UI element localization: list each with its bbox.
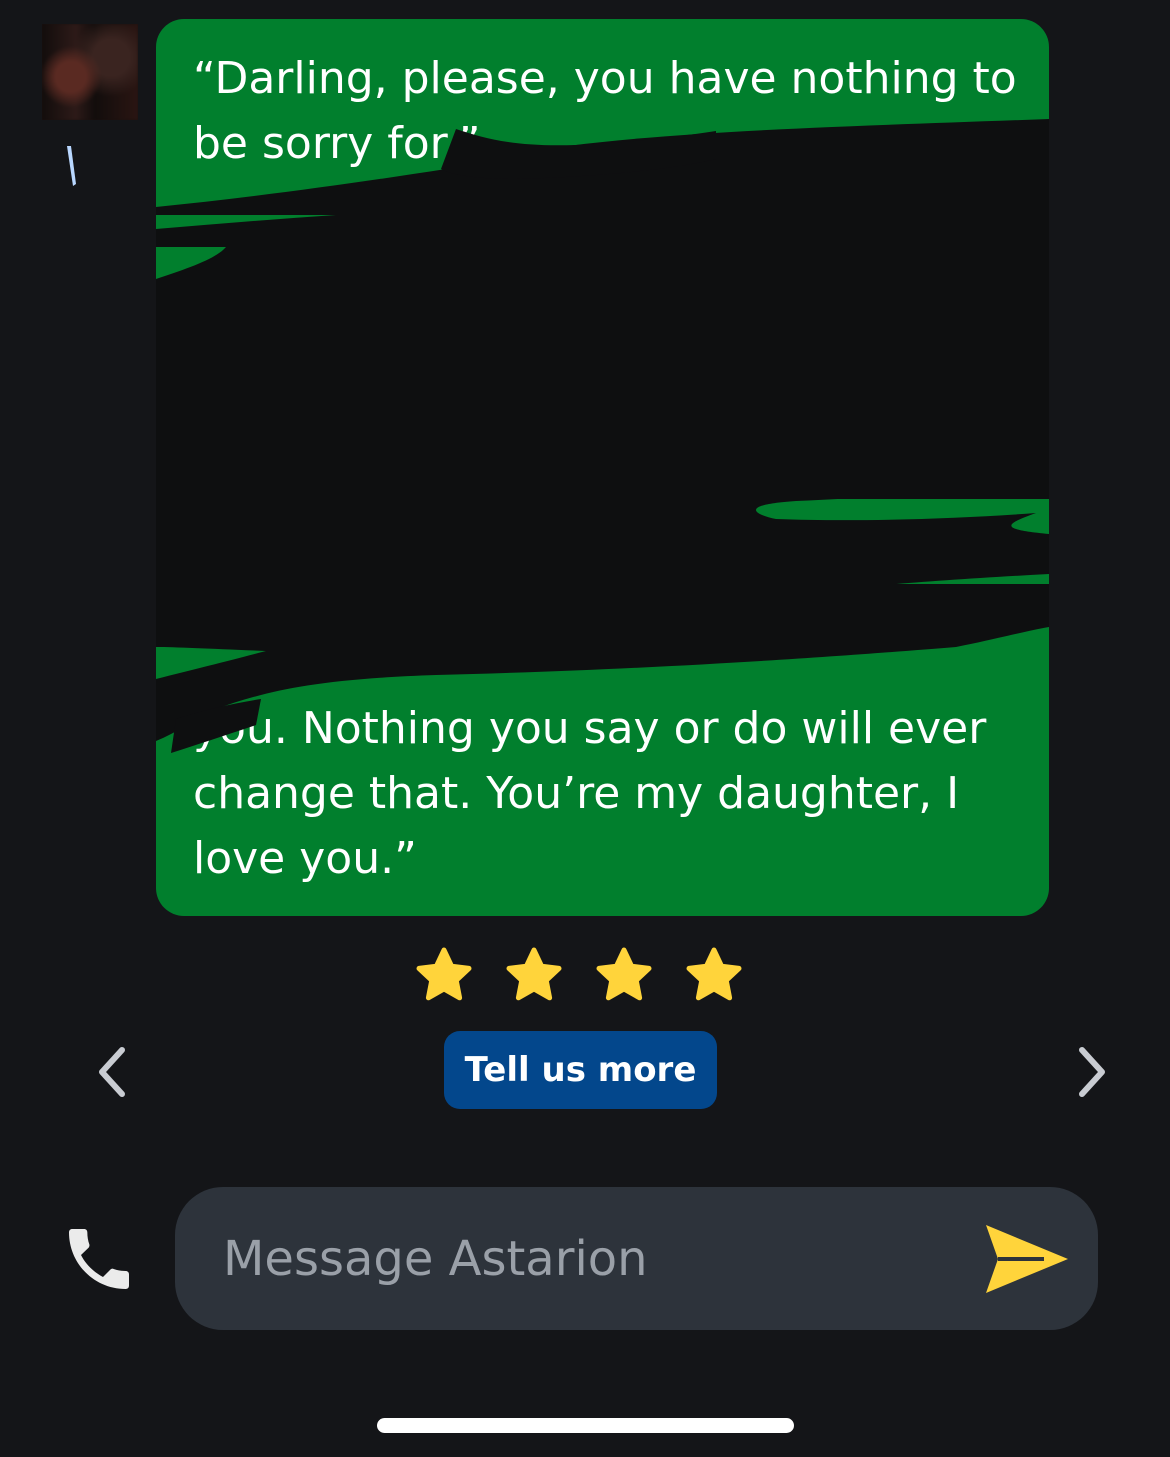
message-composer (175, 1187, 1098, 1330)
call-button[interactable] (56, 1216, 142, 1302)
tell-us-more-button[interactable]: Tell us more (444, 1031, 717, 1109)
rating-stars[interactable] (414, 946, 744, 1006)
avatar-image (42, 24, 138, 120)
message-text-top: “Darling, please, you have nothing to be… (193, 53, 1017, 169)
star-icon[interactable] (504, 946, 564, 1006)
home-indicator (377, 1418, 794, 1433)
avatar-sliver (67, 146, 76, 186)
message-input[interactable] (223, 1217, 943, 1301)
chevron-left-icon (99, 1047, 125, 1097)
send-button[interactable] (979, 1217, 1075, 1301)
message-bubble: “Darling, please, you have nothing to be… (156, 19, 1049, 916)
previous-response-button[interactable] (84, 1044, 140, 1100)
character-avatar[interactable] (42, 24, 138, 120)
next-response-button[interactable] (1064, 1044, 1120, 1100)
phone-icon (69, 1229, 129, 1289)
star-icon[interactable] (594, 946, 654, 1006)
star-icon[interactable] (684, 946, 744, 1006)
chat-screen: “Darling, please, you have nothing to be… (0, 0, 1170, 1457)
star-icon[interactable] (414, 946, 474, 1006)
chevron-right-icon (1079, 1047, 1105, 1097)
send-icon (986, 1225, 1068, 1293)
message-text-bottom: you. Nothing you say or do will ever cha… (193, 703, 987, 884)
